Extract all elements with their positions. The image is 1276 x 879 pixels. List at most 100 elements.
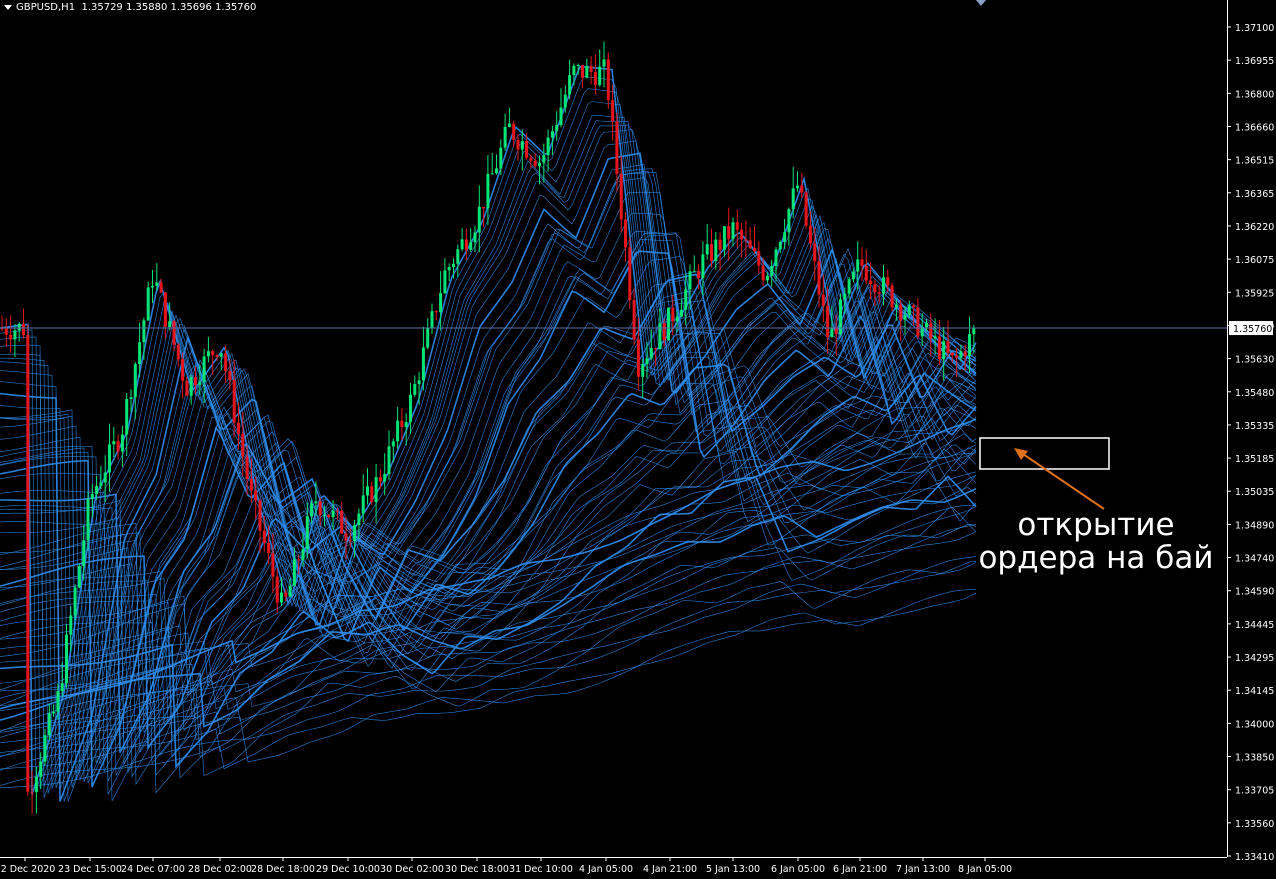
candle-body xyxy=(163,292,167,327)
candle-body xyxy=(808,225,812,244)
candle-body xyxy=(254,490,258,501)
candle-body xyxy=(950,352,954,356)
buy-zone-box xyxy=(979,437,1110,470)
candle-body xyxy=(903,314,907,320)
candle-body xyxy=(176,344,180,360)
candle-body xyxy=(873,284,877,293)
candle-body xyxy=(477,206,481,233)
candle-body xyxy=(280,592,283,603)
scroll-marker-icon[interactable] xyxy=(976,0,986,6)
x-tick-label: 29 Dec 10:00 xyxy=(316,864,380,875)
candle-body xyxy=(99,482,103,486)
candle-body xyxy=(464,239,468,250)
candle-body xyxy=(112,441,116,445)
candle-body xyxy=(675,316,679,322)
candle-body xyxy=(598,66,602,85)
annotation-line-1: открытие xyxy=(1017,507,1175,543)
candle-body xyxy=(90,493,94,499)
candle-body xyxy=(374,477,378,502)
candle-body xyxy=(568,75,572,95)
y-tick-label: 1.36365 xyxy=(1235,189,1274,200)
y-tick-label: 1.33850 xyxy=(1235,753,1274,764)
y-tick-label: 1.34295 xyxy=(1235,653,1274,664)
candle-body xyxy=(796,185,799,189)
candle-body xyxy=(882,277,885,294)
candle-body xyxy=(499,147,503,169)
y-tick-label: 1.37100 xyxy=(1235,23,1274,34)
candle-body xyxy=(430,311,434,329)
candle-body xyxy=(589,65,593,73)
candle-body xyxy=(572,65,576,76)
candle-body xyxy=(968,334,971,357)
y-tick-label: 1.35480 xyxy=(1235,388,1274,399)
candle-body xyxy=(202,356,206,382)
candle-body xyxy=(942,341,946,359)
candle-body xyxy=(211,351,215,356)
y-tick-label: 1.34000 xyxy=(1235,719,1274,730)
ohlc-readout: 1.35729 1.35880 1.35696 1.35760 xyxy=(81,2,257,13)
candle-body xyxy=(731,222,735,239)
x-tick-label: 28 Dec 18:00 xyxy=(251,864,315,875)
candle-body xyxy=(654,348,658,350)
candle-body xyxy=(555,124,559,132)
candle-body xyxy=(77,566,81,588)
candle-body xyxy=(624,219,627,248)
candle-body xyxy=(103,472,107,483)
candle-body xyxy=(34,776,38,793)
candle-body xyxy=(735,222,739,230)
x-tick-label: 23 Dec 15:00 xyxy=(58,864,122,875)
candle-body xyxy=(662,323,666,341)
candle-body xyxy=(783,232,787,242)
x-tick-label: 4 Jan 21:00 xyxy=(643,864,697,875)
chart-menu-triangle-icon[interactable] xyxy=(4,4,12,10)
candle-body xyxy=(473,232,477,243)
candle-body xyxy=(920,327,924,337)
candle-body xyxy=(288,585,292,597)
candle-body xyxy=(52,711,56,714)
candle-body xyxy=(383,473,387,482)
candle-body xyxy=(340,510,344,534)
candle-body xyxy=(292,559,296,586)
candle-body xyxy=(4,328,8,335)
candle-body xyxy=(860,259,864,266)
candle-body xyxy=(452,263,455,268)
y-tick-label: 1.36220 xyxy=(1235,222,1274,233)
candle-body xyxy=(710,244,713,261)
candle-body xyxy=(550,131,554,138)
candle-body xyxy=(925,322,928,328)
y-tick-label: 1.35630 xyxy=(1235,355,1274,366)
candle-body xyxy=(611,100,615,122)
candle-body xyxy=(400,420,404,427)
y-tick-label: 1.34890 xyxy=(1235,520,1274,531)
candle-body xyxy=(821,294,825,306)
candle-body xyxy=(125,399,129,435)
chart-area[interactable]: 1.37100 1.36955 1.36800 1.36660 1.36515 1.363… xyxy=(0,0,1276,879)
candle-body xyxy=(305,516,309,550)
candle-body xyxy=(744,239,748,241)
candle-body xyxy=(30,791,34,793)
candle-body xyxy=(434,311,438,313)
candle-body xyxy=(116,441,120,452)
candle-body xyxy=(757,251,761,266)
candle-body xyxy=(439,293,443,313)
candle-body xyxy=(86,498,90,541)
candle-body xyxy=(120,434,124,452)
candle-body xyxy=(843,293,847,300)
y-tick-label: 1.34740 xyxy=(1235,554,1274,565)
candle-body xyxy=(533,160,537,167)
candle-body xyxy=(972,327,976,335)
chart-header: GBPUSD,H1 1.35729 1.35880 1.35696 1.3576… xyxy=(4,2,256,13)
candle-body xyxy=(387,446,391,474)
candle-body xyxy=(249,479,253,491)
x-tick-label: 7 Jan 13:00 xyxy=(896,864,950,875)
candle-body xyxy=(155,282,159,286)
candle-body xyxy=(658,323,662,350)
ma-ribbon-line xyxy=(0,363,977,750)
candle-body xyxy=(529,157,533,161)
candle-body xyxy=(194,376,197,385)
current-price-label: 1.35760 xyxy=(1233,324,1272,335)
candle-body xyxy=(714,239,718,261)
candle-body xyxy=(297,559,301,561)
price-chart[interactable]: 1.37100 1.36955 1.36800 1.36660 1.36515 1.363… xyxy=(0,0,1276,879)
candle-body xyxy=(378,477,382,482)
